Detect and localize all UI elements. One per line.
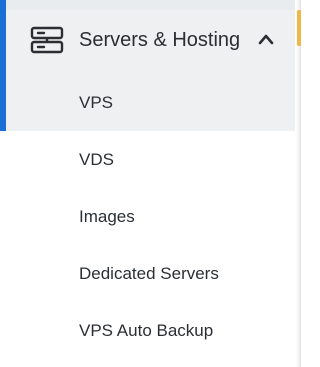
menu-item-images[interactable]: Images (6, 188, 295, 245)
sidebar-edge-shadow (296, 0, 301, 367)
sidebar-menu: Servers & Hosting VPS VDS Images Dedicat… (0, 0, 301, 367)
menu-item-vds[interactable]: VDS (6, 131, 295, 188)
server-icon (30, 26, 64, 54)
menu-item-label: VPS Auto Backup (79, 320, 214, 340)
section-label: Servers & Hosting (79, 29, 241, 51)
side-accent-tab (297, 10, 301, 46)
top-strip (6, 0, 295, 10)
menu-item-dedicated-servers[interactable]: Dedicated Servers (6, 245, 295, 302)
menu-item-vps[interactable]: VPS (6, 74, 295, 131)
menu-item-label: Dedicated Servers (79, 263, 219, 283)
menu-item-label: Images (79, 206, 135, 226)
section-servers-hosting[interactable]: Servers & Hosting (6, 10, 295, 74)
menu-item-label: VPS (79, 92, 114, 112)
menu-item-label: VDS (79, 149, 114, 169)
chevron-up-icon[interactable] (257, 32, 275, 46)
menu-item-vps-auto-backup[interactable]: VPS Auto Backup (6, 302, 295, 359)
